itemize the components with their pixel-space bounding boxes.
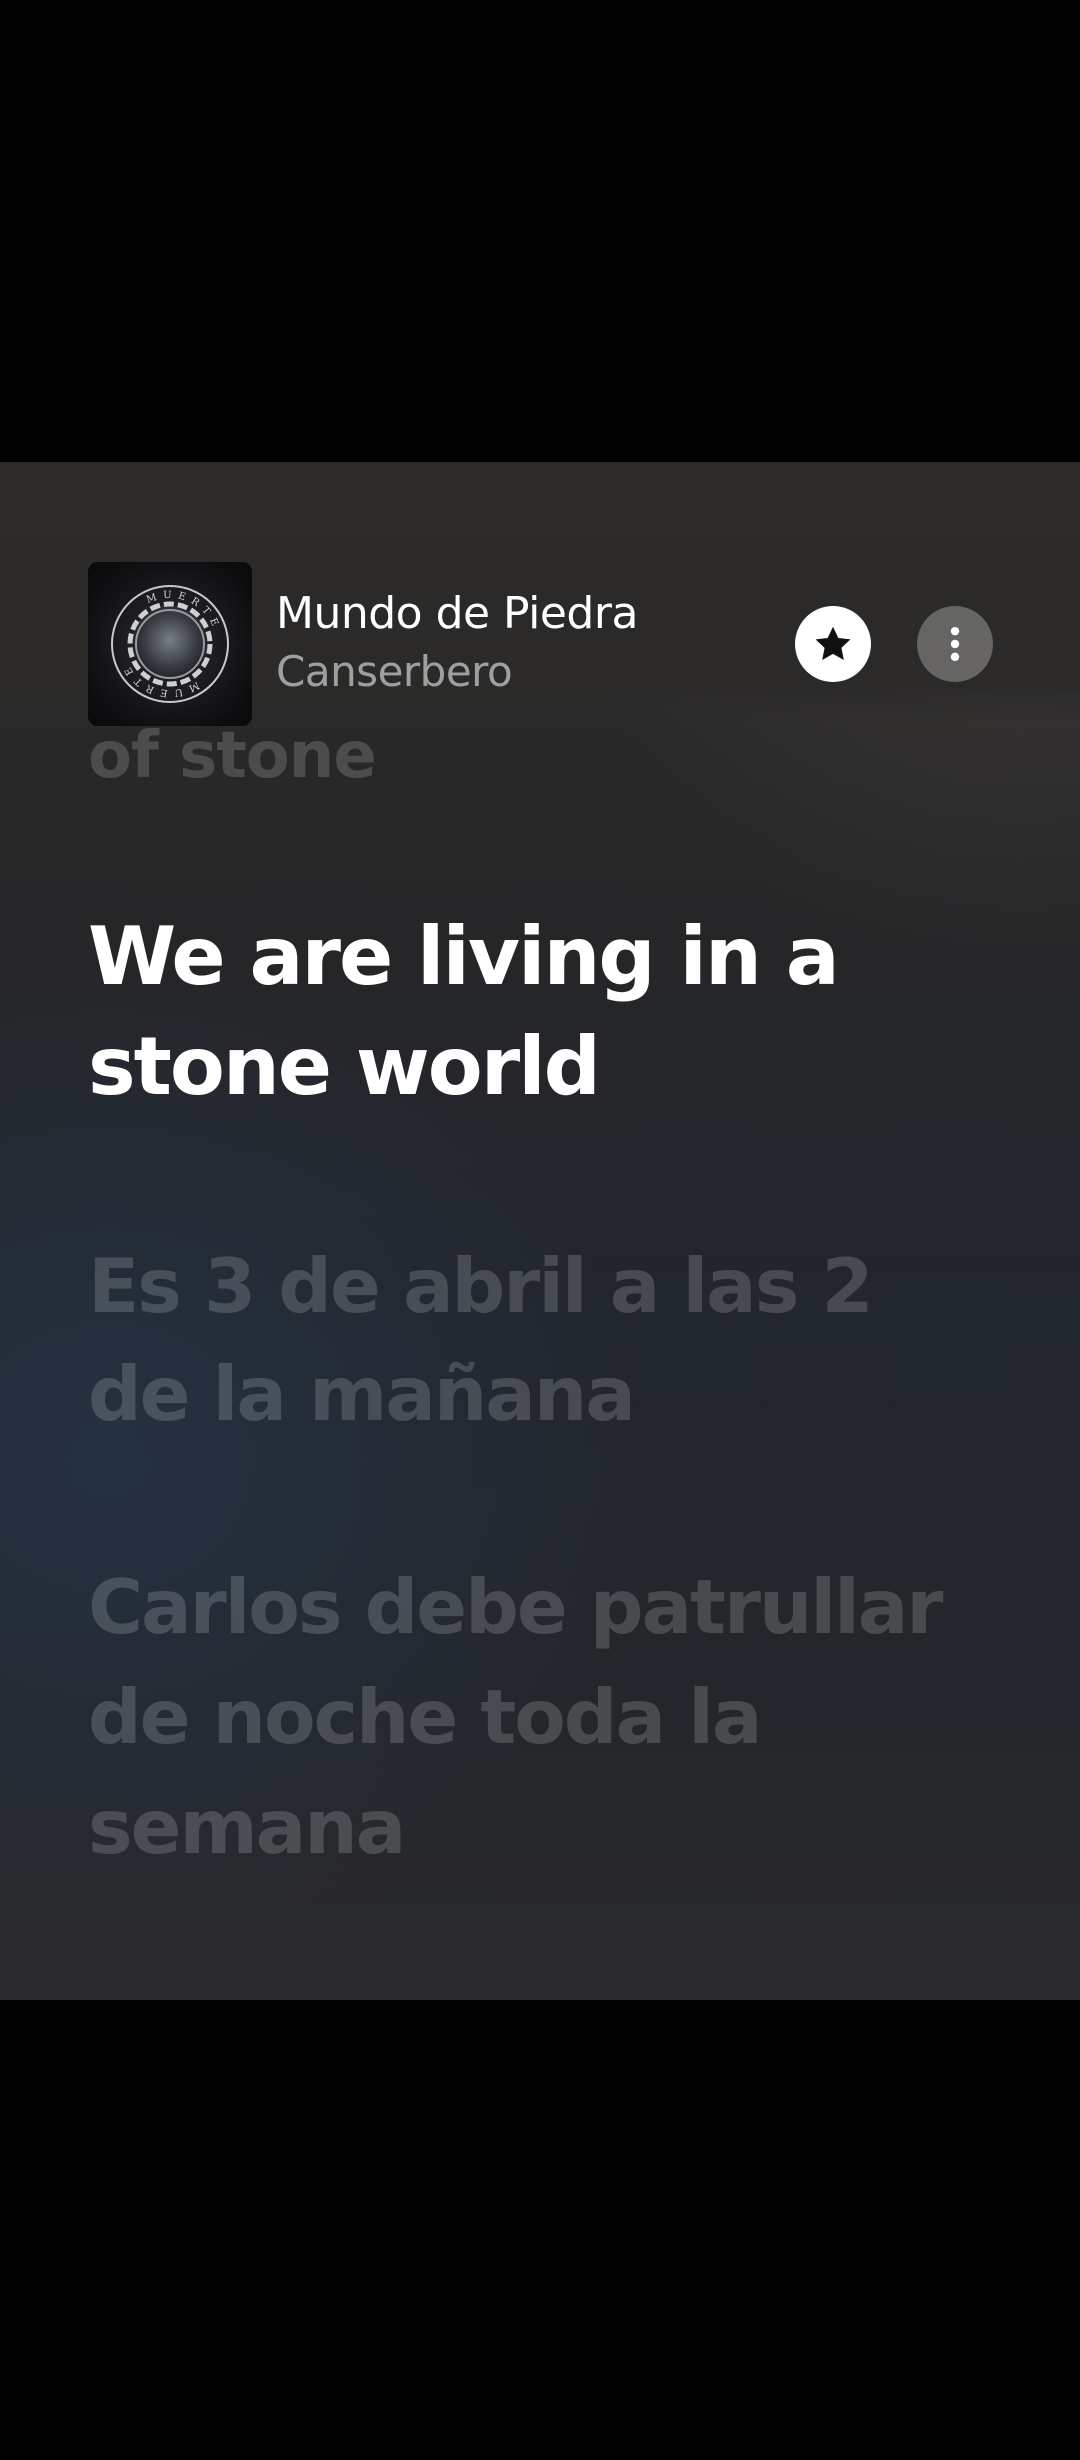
now-playing-header: MUERTE MUERTE Mundo de Piedra Canserbero	[0, 462, 1080, 762]
song-title[interactable]: Mundo de Piedra	[276, 588, 638, 640]
lyric-line-current[interactable]: We are living in a stone world	[88, 902, 988, 1122]
screen: of stone We are living in a stone world …	[0, 0, 1080, 2460]
more-vertical-icon	[950, 626, 960, 662]
album-artwork-image: MUERTE MUERTE	[88, 562, 252, 726]
star-icon	[815, 626, 851, 660]
song-artist[interactable]: Canserbero	[276, 646, 513, 698]
favorite-button[interactable]	[795, 606, 871, 682]
lyrics-player: of stone We are living in a stone world …	[0, 462, 1080, 2000]
more-options-button[interactable]	[917, 606, 993, 682]
lyric-line-next[interactable]: Carlos debe patrullar de noche toda la s…	[88, 1552, 988, 1882]
lyric-line-next[interactable]: Es 3 de abril a las 2 de la mañana	[88, 1232, 988, 1448]
album-artwork[interactable]: MUERTE MUERTE	[88, 562, 252, 726]
